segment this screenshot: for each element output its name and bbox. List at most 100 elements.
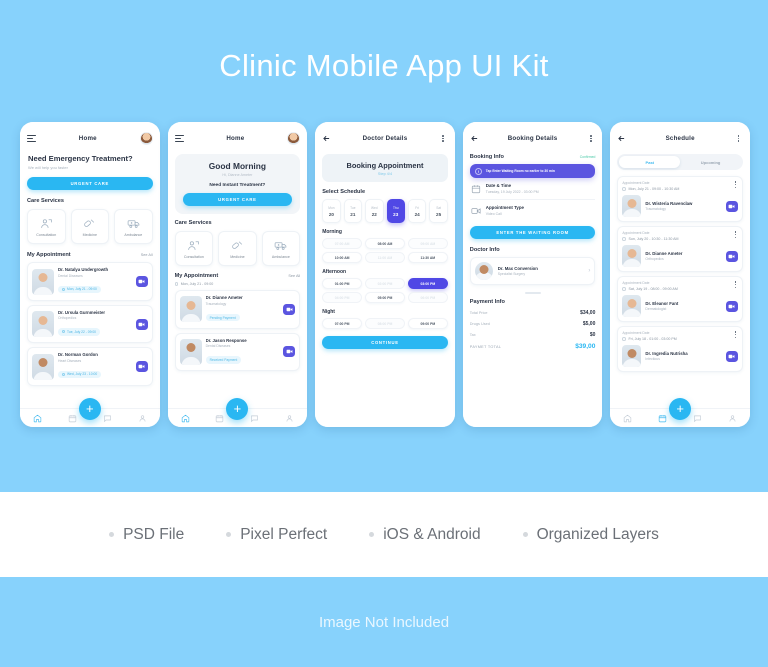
payment-value: $5,00: [582, 320, 596, 327]
chip-label: Mon, July 21 - 09:00: [67, 287, 97, 292]
day-option[interactable]: Tue 21: [343, 199, 363, 223]
time-slot[interactable]: 08:00 PM: [365, 318, 405, 329]
video-call-button[interactable]: [135, 361, 148, 373]
bottom-navigation[interactable]: +: [610, 398, 750, 427]
appointment-row[interactable]: Dr. Norman Gordon Heart Diseases Wed, Ju…: [27, 347, 153, 386]
time-slot[interactable]: 05:00 PM: [365, 292, 405, 303]
home-icon[interactable]: [33, 414, 42, 423]
hamburger-menu-icon[interactable]: [174, 135, 184, 142]
video-call-button[interactable]: [725, 200, 738, 212]
appointment-row[interactable]: Dr. Dianne Ameter Traumatology Pending P…: [174, 290, 301, 329]
kebab-menu-icon[interactable]: [733, 331, 738, 339]
bottom-navigation[interactable]: +: [167, 398, 308, 427]
calendar-icon[interactable]: [215, 414, 224, 423]
chat-icon[interactable]: [103, 414, 112, 423]
avatar[interactable]: [139, 132, 153, 145]
time-slot[interactable]: 11:00 AM: [365, 252, 405, 263]
video-call-button[interactable]: [135, 318, 148, 330]
time-slot[interactable]: 11:30 AM: [407, 252, 448, 263]
day-number: 24: [414, 211, 420, 217]
schedule-card[interactable]: Appointment Date Mon, July 21 - 09:00 - …: [617, 176, 743, 222]
payment-value: $34,00: [580, 309, 596, 316]
day-selector[interactable]: Mon 20 Tue 21 Wed 22 Thu 23 Fri 24 Sat 25: [322, 199, 448, 223]
time-slot[interactable]: 07:00 AM: [322, 238, 363, 249]
urgent-care-button[interactable]: URGENT CARE: [27, 177, 153, 191]
doctor-info-card[interactable]: Dr. Max Conversion Specialist Surgery ›: [469, 257, 596, 285]
day-option[interactable]: Fri 24: [407, 199, 427, 223]
calendar-icon[interactable]: [68, 414, 77, 423]
day-option[interactable]: Mon 20: [322, 199, 341, 223]
profile-icon[interactable]: [728, 414, 737, 423]
service-ambulance[interactable]: Ambulance: [114, 209, 153, 245]
day-option[interactable]: Wed 22: [365, 199, 384, 223]
continue-button[interactable]: CONTINUE: [322, 336, 448, 349]
urgent-care-button[interactable]: URGENT CARE: [182, 193, 293, 206]
tab-past[interactable]: Past: [619, 156, 681, 168]
feature-label: iOS & Android: [383, 525, 481, 543]
day-option[interactable]: Sat 25: [429, 199, 448, 223]
schedule-card[interactable]: Appointment Date Sun, July 20 - 10:30 - …: [617, 226, 743, 272]
appointment-row[interactable]: Dr. Natalya Undergrowth Dental Diseases …: [27, 262, 153, 301]
profile-icon[interactable]: [285, 414, 294, 423]
add-appointment-fab[interactable]: +: [669, 398, 692, 420]
service-label: Ambulance: [124, 232, 143, 237]
hamburger-menu-icon[interactable]: [27, 135, 36, 142]
service-consultation[interactable]: Consultation: [27, 209, 66, 245]
tab-upcoming[interactable]: Upcoming: [680, 156, 741, 168]
service-medicine[interactable]: Medicine: [218, 231, 257, 266]
home-icon[interactable]: [623, 414, 632, 423]
video-call-button[interactable]: [725, 300, 738, 312]
service-medicine[interactable]: Medicine: [70, 209, 110, 245]
kebab-menu-icon[interactable]: [733, 231, 738, 239]
time-slot[interactable]: 02:00 PM: [365, 278, 405, 289]
schedule-card[interactable]: Appointment Date Sat, July 19 - 08:00 - …: [617, 276, 743, 322]
kebab-menu-icon[interactable]: [733, 181, 738, 189]
appointment-row[interactable]: Dr. Jason Response Dental Diseases Recei…: [174, 332, 301, 371]
avatar[interactable]: [287, 132, 301, 145]
kebab-menu-icon[interactable]: [734, 134, 743, 143]
waiting-room-notice: ! Tap Enter Waiting Room no earlier to 3…: [469, 164, 596, 178]
service-consultation[interactable]: Consultation: [174, 231, 214, 266]
chat-icon[interactable]: [693, 414, 702, 423]
service-ambulance[interactable]: Ambulance: [261, 231, 301, 266]
time-slot[interactable]: 06:00 PM: [407, 292, 448, 303]
chat-icon[interactable]: [250, 414, 259, 423]
time-slot[interactable]: 04:00 PM: [322, 292, 363, 303]
back-arrow-icon[interactable]: [617, 134, 626, 143]
add-appointment-fab[interactable]: +: [226, 398, 249, 420]
video-call-button[interactable]: [725, 350, 738, 362]
day-option-selected[interactable]: Thu 23: [386, 199, 405, 223]
add-appointment-fab[interactable]: +: [78, 398, 101, 420]
time-slot[interactable]: 10:00 AM: [322, 252, 363, 263]
time-slot[interactable]: 08:00 AM: [365, 238, 405, 249]
schedule-card[interactable]: Appointment Date Fri, July 18 - 01:00 - …: [617, 326, 743, 372]
booking-info-header: Booking Info Confirmed: [470, 154, 596, 160]
doctor-specialty: Orthopedics: [58, 316, 77, 321]
kebab-menu-icon[interactable]: [733, 281, 738, 289]
home-icon[interactable]: [181, 414, 190, 423]
slot-row: 10:00 AM 11:00 AM 11:30 AM: [322, 252, 448, 263]
kebab-menu-icon[interactable]: [586, 134, 595, 143]
back-arrow-icon[interactable]: [322, 134, 331, 143]
appointment-row[interactable]: Dr. Ursula Gurnmeister Orthopedics Tue, …: [27, 304, 153, 344]
time-slot[interactable]: 09:00 AM: [407, 238, 448, 249]
video-call-button[interactable]: [135, 276, 148, 288]
time-slot-selected[interactable]: 03:00 PM: [407, 278, 448, 289]
see-all-link[interactable]: See All: [141, 253, 153, 257]
video-call-button[interactable]: [283, 303, 296, 315]
time-slot[interactable]: 09:00 PM: [407, 318, 448, 329]
see-all-link[interactable]: See All: [288, 274, 300, 278]
back-arrow-icon[interactable]: [470, 134, 479, 143]
kebab-menu-icon[interactable]: [439, 134, 448, 143]
enter-waiting-room-button[interactable]: ENTER THE WAITING ROOM: [469, 226, 596, 239]
schedule-tabs[interactable]: Past Upcoming: [617, 154, 743, 170]
drag-handle[interactable]: [524, 292, 541, 294]
profile-icon[interactable]: [138, 414, 147, 423]
medicine-icon: [84, 219, 95, 227]
calendar-icon[interactable]: [658, 414, 667, 423]
time-slot[interactable]: 07:00 PM: [322, 318, 363, 329]
video-call-button[interactable]: [725, 250, 738, 262]
video-call-button[interactable]: [283, 346, 296, 358]
time-slot[interactable]: 01:00 PM: [322, 278, 363, 289]
bottom-navigation[interactable]: +: [20, 398, 160, 427]
